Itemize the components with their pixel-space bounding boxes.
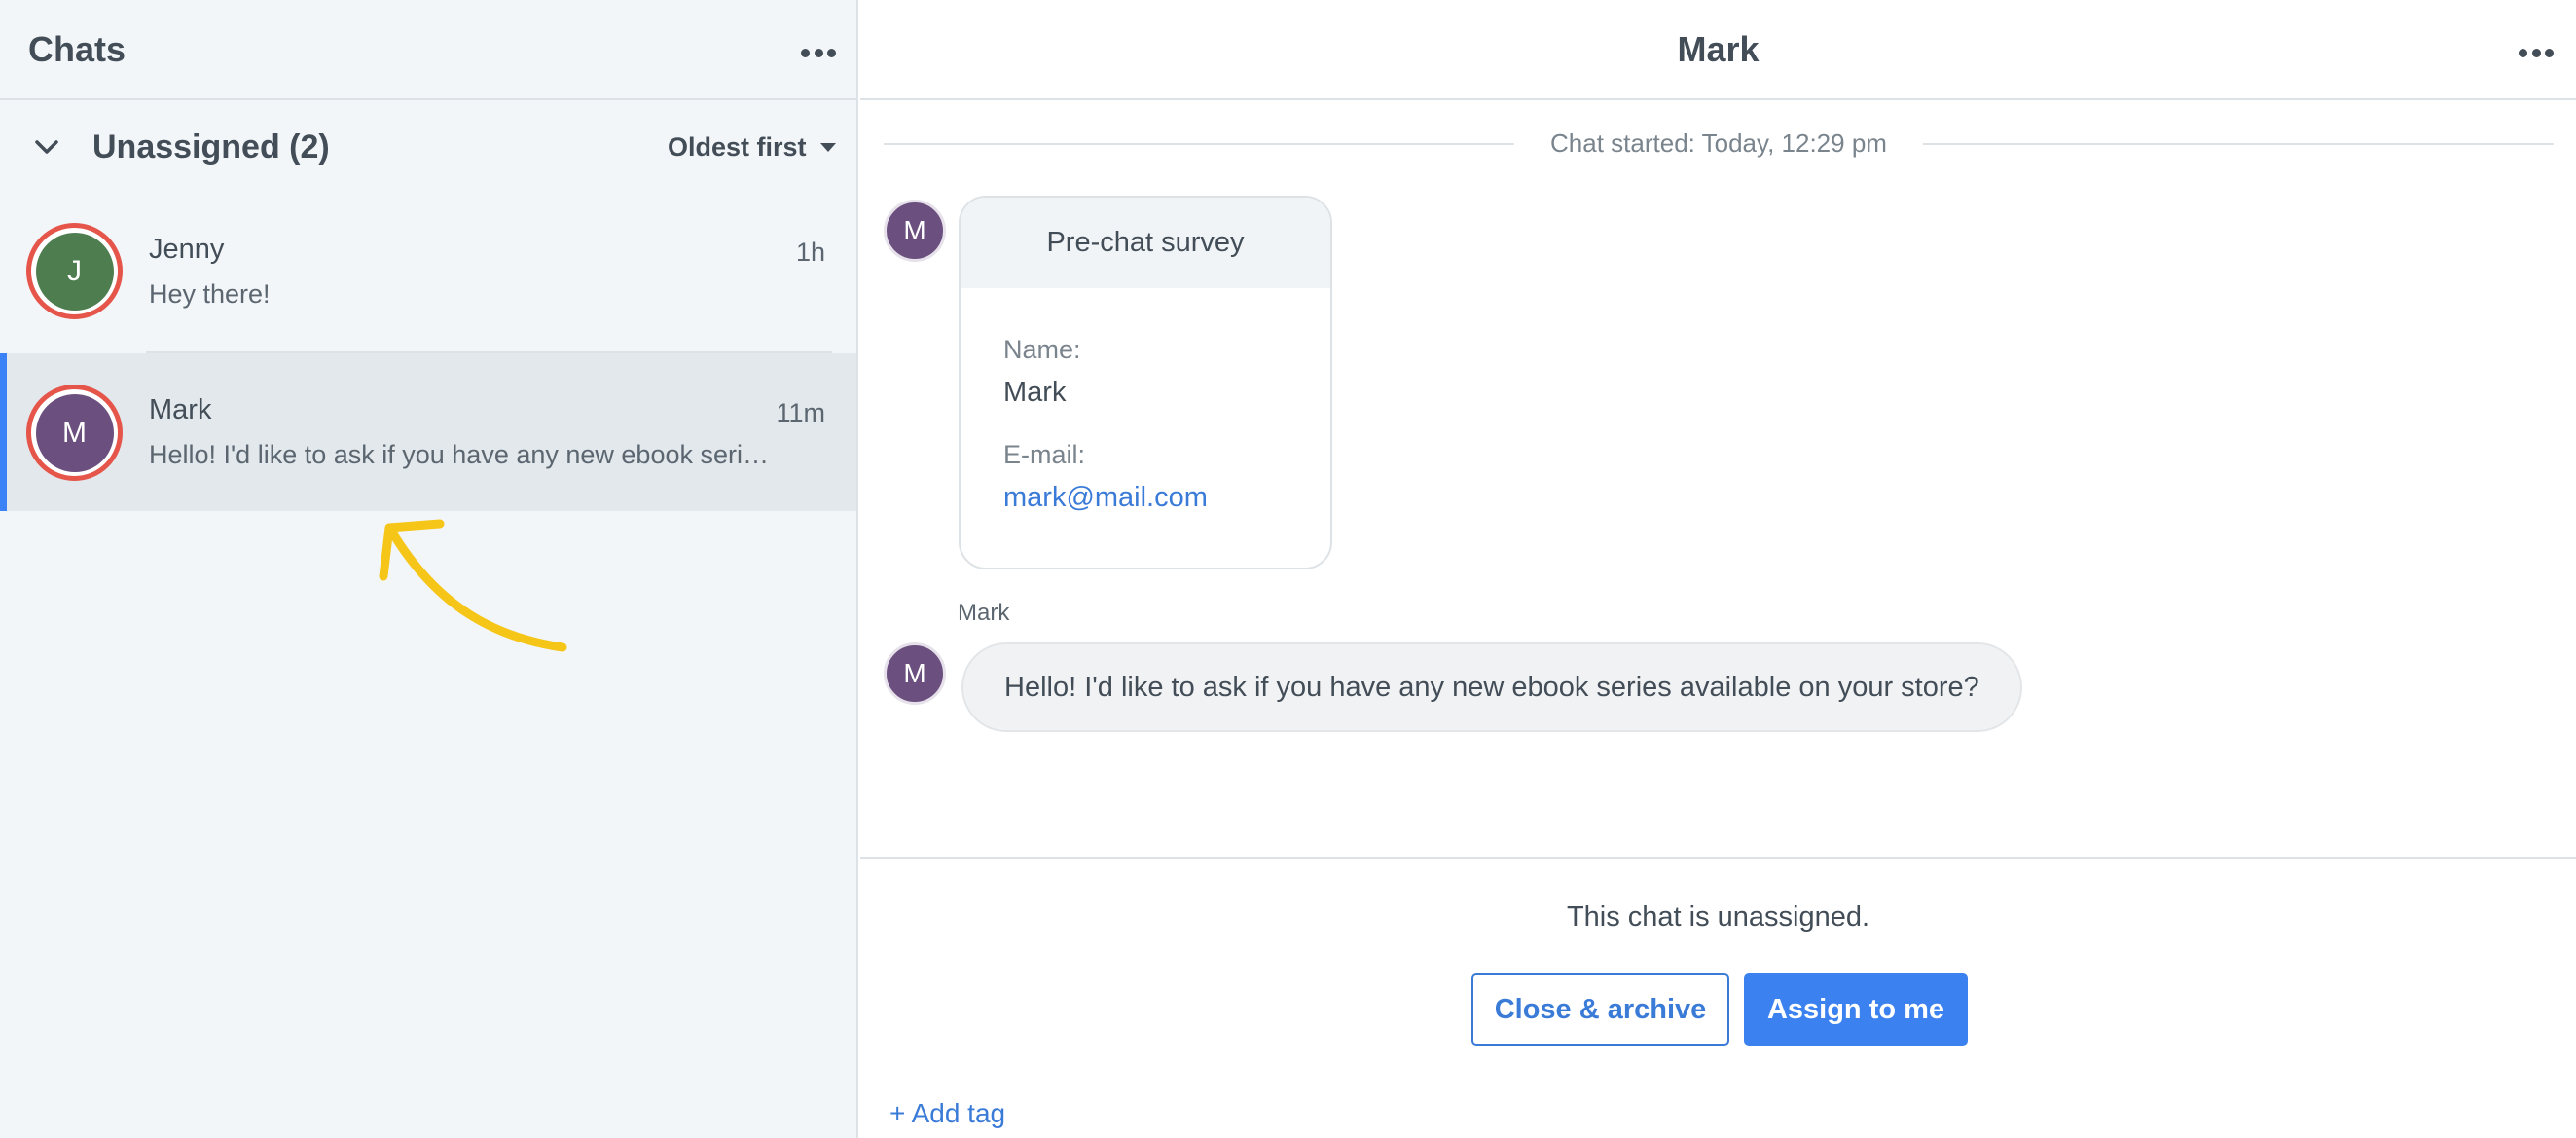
message-bubble: Hello! I'd like to ask if you have any n…	[961, 642, 2022, 732]
app: Chats Unassigned (2) Oldest first J Jenn…	[0, 0, 2576, 1138]
conversation-header: Mark	[860, 0, 2576, 100]
divider	[860, 857, 2576, 859]
chat-time: 11m	[776, 398, 825, 427]
name-label: Name:	[1003, 335, 1081, 364]
avatar: M	[884, 642, 946, 705]
chat-preview: Hey there!	[149, 279, 271, 309]
name-value: Mark	[1003, 377, 1067, 408]
unassigned-group-header: Unassigned (2) Oldest first	[0, 117, 856, 175]
chat-name: Mark	[149, 394, 212, 425]
chat-preview: Hello! I'd like to ask if you have any n…	[149, 440, 781, 469]
chat-list-item-mark[interactable]: M Mark 11m Hello! I'd like to ask if you…	[0, 353, 856, 511]
message-sender-name: Mark	[958, 600, 1010, 626]
more-dots-icon[interactable]	[2519, 43, 2554, 62]
assign-to-me-button[interactable]: Assign to me	[1744, 973, 1968, 1046]
chat-list-sidebar: Chats Unassigned (2) Oldest first J Jenn…	[0, 0, 858, 1138]
conversation-title: Mark	[1677, 29, 1760, 69]
avatar: M	[35, 393, 114, 472]
unread-indicator-ring: J	[26, 223, 123, 319]
chevron-down-icon[interactable]	[34, 134, 59, 160]
caret-down-icon	[819, 142, 836, 152]
avatar: J	[35, 232, 114, 311]
sort-order-dropdown[interactable]: Oldest first	[668, 132, 836, 162]
assignment-status: This chat is unassigned.	[1566, 901, 1870, 933]
chat-time: 1h	[795, 238, 825, 267]
chat-name: Jenny	[149, 234, 225, 265]
group-title: Unassigned (2)	[92, 128, 330, 165]
pre-chat-survey-card: Pre-chat survey Name: Mark E-mail: mark@…	[959, 196, 1332, 569]
sort-label: Oldest first	[668, 131, 807, 162]
avatar: M	[884, 200, 946, 262]
add-tag-link[interactable]: + Add tag	[889, 1098, 1005, 1129]
sidebar-title: Chats	[28, 29, 127, 69]
close-archive-button[interactable]: Close & archive	[1471, 973, 1729, 1046]
survey-body: Name: Mark E-mail: mark@mail.com	[961, 288, 1330, 514]
chat-started-divider: Chat started: Today, 12:29 pm	[884, 127, 2554, 162]
annotation-arrow-icon	[379, 519, 567, 652]
more-dots-icon[interactable]	[801, 43, 836, 62]
selected-indicator	[0, 353, 7, 511]
unread-indicator-ring: M	[26, 385, 123, 481]
survey-title: Pre-chat survey	[961, 198, 1330, 288]
chat-list-item-jenny[interactable]: J Jenny 1h Hey there!	[0, 195, 856, 352]
email-label: E-mail:	[1003, 440, 1086, 469]
conversation-panel: Mark Chat started: Today, 12:29 pm M Pre…	[860, 0, 2576, 1138]
email-link[interactable]: mark@mail.com	[1003, 482, 1330, 514]
chat-started-text: Chat started: Today, 12:29 pm	[1550, 128, 1887, 158]
sidebar-header: Chats	[0, 0, 856, 100]
